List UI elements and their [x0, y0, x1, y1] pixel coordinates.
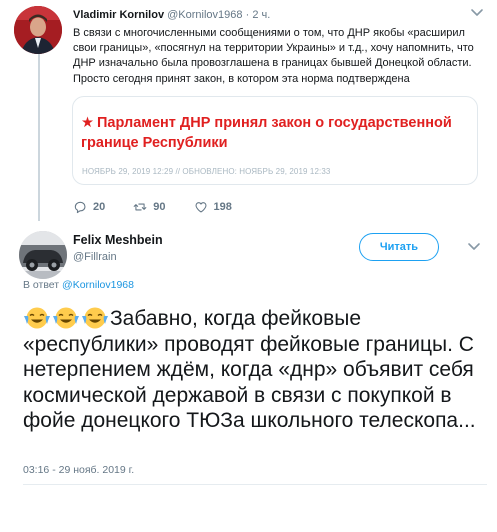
- parent-tweet-text: В связи с многочисленными сообщениями о …: [73, 27, 474, 85]
- reply-context: В ответ @Kornilov1968: [23, 279, 134, 291]
- heart-icon: [195, 202, 206, 213]
- tears-of-joy-emoji-icon: [81, 306, 109, 330]
- tears-of-joy-emoji-icon: [52, 306, 80, 330]
- thread-connector-line: [38, 46, 40, 221]
- main-tweet: Felix Meshbein @Fillrain Читать В ответ …: [0, 221, 497, 532]
- reply-button[interactable]: 20: [73, 200, 105, 214]
- parent-tweet-header: Vladimir Kornilov @Kornilov1968 · 2 ч.: [73, 9, 270, 21]
- card-meta: НОЯБРЬ 29, 2019 12:29 // ОБНОВЛЕНО: НОЯБ…: [82, 167, 331, 176]
- retweet-icon: [133, 203, 147, 211]
- tweet-time[interactable]: 2 ч.: [252, 9, 270, 21]
- link-card[interactable]: ★ Парламент ДНР принял закон о государств…: [72, 96, 478, 185]
- avatar[interactable]: [19, 231, 67, 279]
- like-button[interactable]: 198: [194, 200, 232, 214]
- card-title-text: Парламент ДНР принял закон о государстве…: [81, 115, 452, 151]
- avatar[interactable]: [14, 6, 62, 54]
- retweet-count: 90: [153, 201, 166, 213]
- star-icon: ★: [81, 115, 94, 131]
- separator-dot: ·: [245, 9, 250, 21]
- author-handle[interactable]: @Kornilov1968: [167, 9, 242, 21]
- author-handle[interactable]: @Fillrain: [73, 251, 117, 263]
- follow-button[interactable]: Читать: [359, 233, 439, 261]
- divider: [23, 484, 487, 485]
- retweet-button[interactable]: 90: [133, 200, 166, 214]
- parent-tweet[interactable]: Vladimir Kornilov @Kornilov1968 · 2 ч. В…: [0, 0, 497, 221]
- reply-count: 20: [93, 201, 106, 213]
- tears-of-joy-emoji-icon: [23, 306, 51, 330]
- main-tweet-text: Забавно, когда фейковые «республики» про…: [23, 306, 488, 434]
- tweet-timestamp[interactable]: 03:16 - 29 нояб. 2019 г.: [23, 464, 134, 476]
- author-name[interactable]: Felix Meshbein: [73, 233, 163, 247]
- reply-target-link[interactable]: @Kornilov1968: [62, 279, 134, 291]
- reply-prefix: В ответ: [23, 279, 60, 291]
- author-name[interactable]: Vladimir Kornilov: [73, 9, 164, 21]
- reply-icon: [74, 201, 86, 214]
- like-count: 198: [213, 201, 232, 213]
- chevron-down-icon[interactable]: [463, 239, 485, 255]
- card-title: ★ Парламент ДНР принял закон о государств…: [81, 113, 461, 153]
- chevron-down-icon[interactable]: [466, 5, 488, 21]
- parent-tweet-actions: 20 90 198: [73, 197, 260, 217]
